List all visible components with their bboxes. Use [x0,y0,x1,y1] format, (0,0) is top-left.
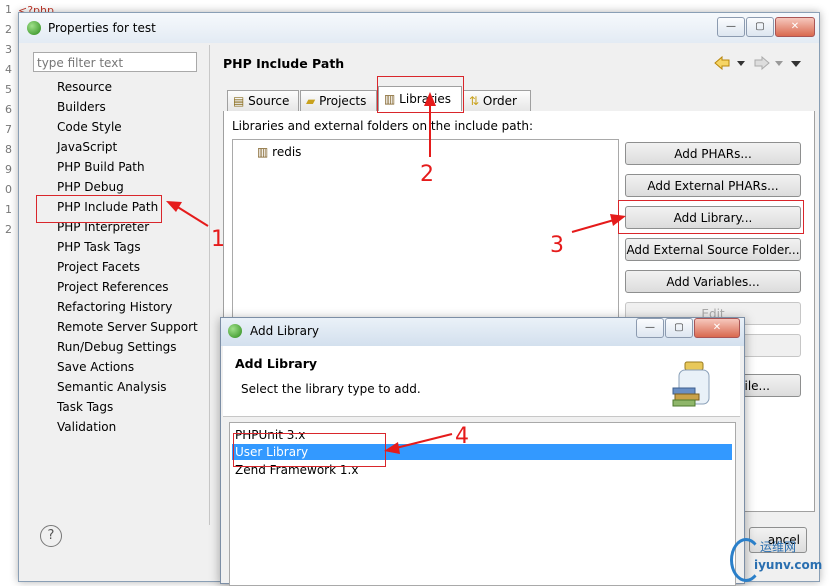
annotation-label-2: 2 [420,162,434,187]
nav-item-project-facets[interactable]: Project Facets [57,258,140,276]
annotation-box-3 [618,200,804,234]
nav-item-php-task-tags[interactable]: PHP Task Tags [57,238,141,256]
dialog-minimize-button[interactable]: — [636,318,664,338]
nav-item-resource[interactable]: Resource [57,78,112,96]
forward-dropdown-icon[interactable] [775,61,783,66]
nav-item-php-build-path[interactable]: PHP Build Path [57,158,145,176]
nav-item-semantic-analysis[interactable]: Semantic Analysis [57,378,167,396]
watermark-line2: iyunv.com [754,558,823,572]
nav-item-save-actions[interactable]: Save Actions [57,358,134,376]
dialog-maximize-button[interactable]: ▢ [665,318,693,338]
window-title: Properties for test [48,21,156,35]
add-external-source-folder-button[interactable]: Add External Source Folder... [625,238,801,261]
projects-tab-icon: ▰ [306,94,316,108]
eclipse-icon [27,21,41,35]
view-menu-icon[interactable] [791,61,801,67]
add-phars-button[interactable]: Add PHARs... [625,142,801,165]
filter-input[interactable]: type filter text [33,52,197,72]
tab-projects[interactable]: ▰ Projects [300,90,377,111]
library-jar-icon [672,361,710,407]
panel-caption: Libraries and external folders on the in… [232,119,534,133]
dialog-header: Add Library Select the library type to a… [223,346,740,417]
help-icon[interactable]: ? [40,525,62,547]
tab-order[interactable]: ⇅ Order [463,90,531,111]
window-titlebar: Properties for test — ▢ ✕ [19,13,819,43]
watermark-line1: 运维网 [760,540,797,554]
nav-item-validation[interactable]: Validation [57,418,116,436]
tab-source[interactable]: ▤ Source [227,90,299,111]
dialog-titlebar: Add Library — ▢ ✕ [221,318,744,346]
line-number-gutter: 123 456 789 012 [0,0,14,582]
library-icon: ▥ [257,145,269,159]
page-title: PHP Include Path [223,56,345,71]
dialog-description: Select the library type to add. [241,382,421,396]
dialog-heading: Add Library [235,356,318,371]
close-button[interactable]: ✕ [775,17,815,37]
nav-item-project-references[interactable]: Project References [57,278,169,296]
forward-icon[interactable] [754,55,770,71]
pane-divider [209,45,210,525]
annotation-box-2 [377,76,464,113]
source-tab-icon: ▤ [233,94,245,108]
minimize-button[interactable]: — [717,17,745,37]
add-variables-button[interactable]: Add Variables... [625,270,801,293]
nav-item-builders[interactable]: Builders [57,98,106,116]
annotation-box-1 [36,195,162,223]
nav-item-task-tags[interactable]: Task Tags [57,398,113,416]
order-tab-icon: ⇅ [469,94,480,108]
watermark-logo: 运维网 iyunv.com [730,538,830,582]
annotation-label-1: 1 [211,227,225,252]
history-nav [714,55,801,71]
nav-item-php-debug[interactable]: PHP Debug [57,178,124,196]
dialog-title: Add Library [250,324,320,338]
maximize-button[interactable]: ▢ [746,17,774,37]
nav-item-code-style[interactable]: Code Style [57,118,122,136]
dialog-eclipse-icon [228,324,242,338]
annotation-label-3: 3 [550,233,564,258]
nav-item-remote-server-support[interactable]: Remote Server Support [57,318,198,336]
nav-item-refactoring-history[interactable]: Refactoring History [57,298,172,316]
dialog-close-button[interactable]: ✕ [694,318,740,338]
back-dropdown-icon[interactable] [737,61,745,66]
annotation-box-4 [233,433,386,467]
nav-item-javascript[interactable]: JavaScript [57,138,117,156]
list-item[interactable]: ▥ redis [257,145,301,159]
add-external-phars-button[interactable]: Add External PHARs... [625,174,801,197]
annotation-label-4: 4 [455,424,469,449]
nav-item-run-debug-settings[interactable]: Run/Debug Settings [57,338,177,356]
back-icon[interactable] [714,55,730,71]
